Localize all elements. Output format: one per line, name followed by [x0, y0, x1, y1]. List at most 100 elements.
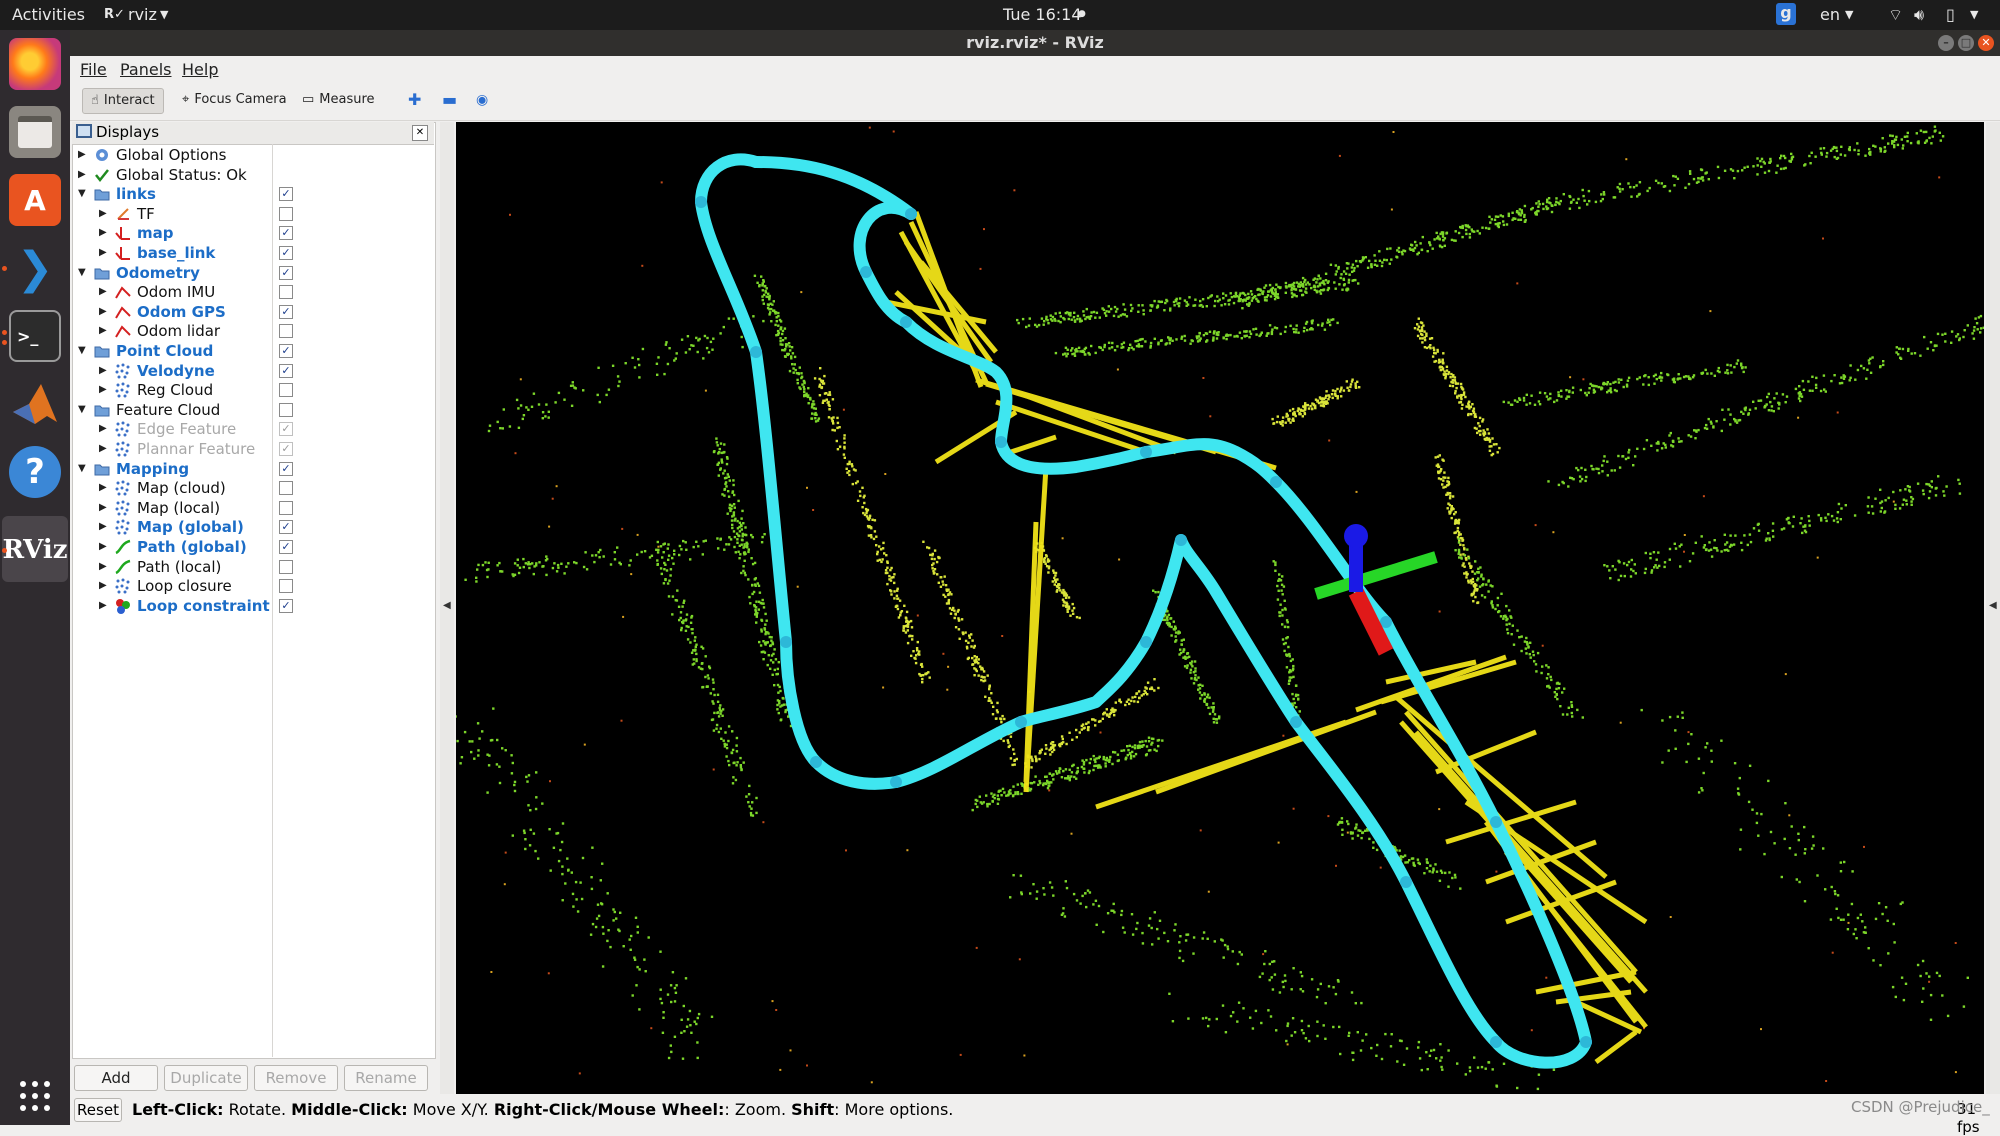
collapsed-arrow-icon[interactable]: ▶: [99, 419, 109, 439]
firefox-icon[interactable]: [9, 38, 61, 90]
g-indicator-icon[interactable]: g: [1776, 3, 1796, 25]
display-enable-checkbox[interactable]: [279, 402, 293, 417]
focus-camera-tool-button[interactable]: ⌖ Focus Camera: [174, 88, 295, 112]
expanded-arrow-icon[interactable]: ▼: [78, 263, 88, 283]
display-item[interactable]: ▼ Feature Cloud: [72, 400, 432, 420]
collapsed-arrow-icon[interactable]: ▶: [99, 478, 109, 498]
minimize-icon[interactable]: –: [1938, 35, 1954, 51]
display-item[interactable]: ▶ Reg Cloud: [72, 380, 432, 400]
remove-tool-button[interactable]: ▬: [434, 88, 465, 112]
collapsed-arrow-icon[interactable]: ▶: [99, 380, 109, 400]
display-item[interactable]: ▶ Odom lidar: [72, 321, 432, 341]
rename-display-button[interactable]: Rename: [344, 1065, 428, 1091]
display-enable-checkbox[interactable]: [279, 579, 293, 594]
display-enable-checkbox[interactable]: ✓: [279, 540, 293, 554]
collapsed-arrow-icon[interactable]: ▶: [99, 302, 109, 322]
display-enable-checkbox[interactable]: ✓: [279, 246, 293, 260]
display-enable-checkbox[interactable]: [279, 500, 293, 515]
measure-tool-button[interactable]: ▭ Measure: [294, 88, 383, 112]
reset-button[interactable]: Reset: [74, 1098, 122, 1122]
wifi-icon[interactable]: ⌔: [1888, 5, 1903, 25]
display-item[interactable]: ▶ Path (global) ✓: [72, 537, 432, 557]
display-item[interactable]: ▶ TF: [72, 204, 432, 224]
input-source[interactable]: en: [1820, 5, 1840, 24]
expanded-arrow-icon[interactable]: ▼: [78, 184, 88, 204]
collapsed-arrow-icon[interactable]: ▶: [99, 243, 109, 263]
window-titlebar[interactable]: rviz.rviz* - RViz – □ ✕: [70, 30, 2000, 56]
duplicate-display-button[interactable]: Duplicate: [164, 1065, 248, 1091]
left-dock-collapse-handle[interactable]: ◀: [440, 122, 454, 1094]
display-enable-checkbox[interactable]: ✓: [279, 598, 293, 613]
menu-help[interactable]: Help: [182, 60, 218, 79]
collapsed-arrow-icon[interactable]: ▶: [99, 223, 109, 243]
display-item[interactable]: ▶ Global Status: Ok: [72, 165, 432, 185]
collapsed-arrow-icon[interactable]: ▶: [99, 557, 109, 577]
menu-file[interactable]: File: [80, 60, 107, 79]
display-enable-checkbox[interactable]: [279, 285, 293, 300]
clock[interactable]: Tue 16:14: [1003, 5, 1082, 24]
display-item[interactable]: ▶ base_link ✓: [72, 243, 432, 263]
display-item[interactable]: ▶ Map (global) ✓: [72, 517, 432, 537]
app-menu-button[interactable]: rviz: [128, 5, 157, 24]
collapsed-arrow-icon[interactable]: ▶: [99, 596, 109, 616]
collapsed-arrow-icon[interactable]: ▶: [99, 439, 109, 459]
menu-panels[interactable]: Panels: [120, 60, 172, 79]
tool-properties-button[interactable]: ◉: [468, 88, 496, 112]
terminal-icon[interactable]: >_: [9, 310, 61, 362]
software-icon[interactable]: A: [9, 174, 61, 226]
right-dock-collapse-handle[interactable]: ◀: [1986, 122, 2000, 1094]
close-panel-icon[interactable]: ✕: [412, 125, 428, 141]
matlab-icon[interactable]: [9, 378, 61, 430]
expanded-arrow-icon[interactable]: ▼: [78, 341, 88, 361]
remove-display-button[interactable]: Remove: [254, 1065, 338, 1091]
collapsed-arrow-icon[interactable]: ▶: [99, 517, 109, 537]
files-icon[interactable]: [9, 106, 61, 158]
display-enable-checkbox[interactable]: ✓: [279, 187, 293, 202]
display-item[interactable]: ▶ Loop constraint ✓: [72, 596, 432, 616]
interact-tool-button[interactable]: ☝ Interact: [82, 88, 164, 114]
display-enable-checkbox[interactable]: ✓: [279, 520, 293, 535]
expanded-arrow-icon[interactable]: ▼: [78, 459, 88, 479]
display-item[interactable]: ▶ Velodyne ✓: [72, 361, 432, 381]
add-display-button[interactable]: Add: [74, 1065, 158, 1091]
collapsed-arrow-icon[interactable]: ▶: [99, 537, 109, 557]
collapsed-arrow-icon[interactable]: ▶: [99, 361, 109, 381]
display-enable-checkbox[interactable]: ✓: [279, 461, 293, 476]
display-enable-checkbox[interactable]: ✓: [279, 344, 293, 358]
display-enable-checkbox[interactable]: ✓: [279, 422, 293, 437]
display-item[interactable]: ▶ Path (local): [72, 557, 432, 577]
display-item[interactable]: ▶ Loop closure: [72, 576, 432, 596]
display-item[interactable]: ▼ Point Cloud ✓: [72, 341, 432, 361]
display-enable-checkbox[interactable]: [279, 324, 293, 339]
display-enable-checkbox[interactable]: ✓: [279, 442, 293, 456]
add-tool-button[interactable]: ✚: [400, 88, 429, 112]
close-icon[interactable]: ✕: [1978, 35, 1994, 51]
display-item[interactable]: ▶ Plannar Feature ✓: [72, 439, 432, 459]
display-item[interactable]: ▶ Map (cloud): [72, 478, 432, 498]
display-enable-checkbox[interactable]: ✓: [279, 304, 293, 319]
display-enable-checkbox[interactable]: ✓: [279, 226, 293, 241]
battery-icon[interactable]: ▯: [1946, 5, 1955, 24]
collapsed-arrow-icon[interactable]: ▶: [99, 282, 109, 302]
help-icon[interactable]: ?: [9, 446, 61, 498]
display-item[interactable]: ▶ Global Options: [72, 145, 432, 165]
collapsed-arrow-icon[interactable]: ▶: [99, 576, 109, 596]
expanded-arrow-icon[interactable]: ▼: [78, 400, 88, 420]
collapsed-arrow-icon[interactable]: ▶: [78, 165, 88, 185]
display-item[interactable]: ▼ links ✓: [72, 184, 432, 204]
display-enable-checkbox[interactable]: ✓: [279, 265, 293, 280]
display-enable-checkbox[interactable]: ✓: [279, 363, 293, 378]
display-item[interactable]: ▶ Map (local): [72, 498, 432, 518]
vscode-icon[interactable]: ❯: [9, 242, 61, 294]
display-enable-checkbox[interactable]: [279, 383, 293, 398]
display-item[interactable]: ▼ Mapping ✓: [72, 459, 432, 479]
display-item[interactable]: ▶ Odom GPS ✓: [72, 302, 432, 322]
volume-icon[interactable]: 🔊︎: [1914, 5, 1924, 25]
collapsed-arrow-icon[interactable]: ▶: [99, 321, 109, 341]
display-item[interactable]: ▶ Edge Feature ✓: [72, 419, 432, 439]
collapsed-arrow-icon[interactable]: ▶: [99, 204, 109, 224]
collapsed-arrow-icon[interactable]: ▶: [78, 145, 88, 165]
rviz-icon[interactable]: RViz: [2, 524, 67, 576]
display-enable-checkbox[interactable]: [279, 481, 293, 496]
display-enable-checkbox[interactable]: [279, 206, 293, 221]
